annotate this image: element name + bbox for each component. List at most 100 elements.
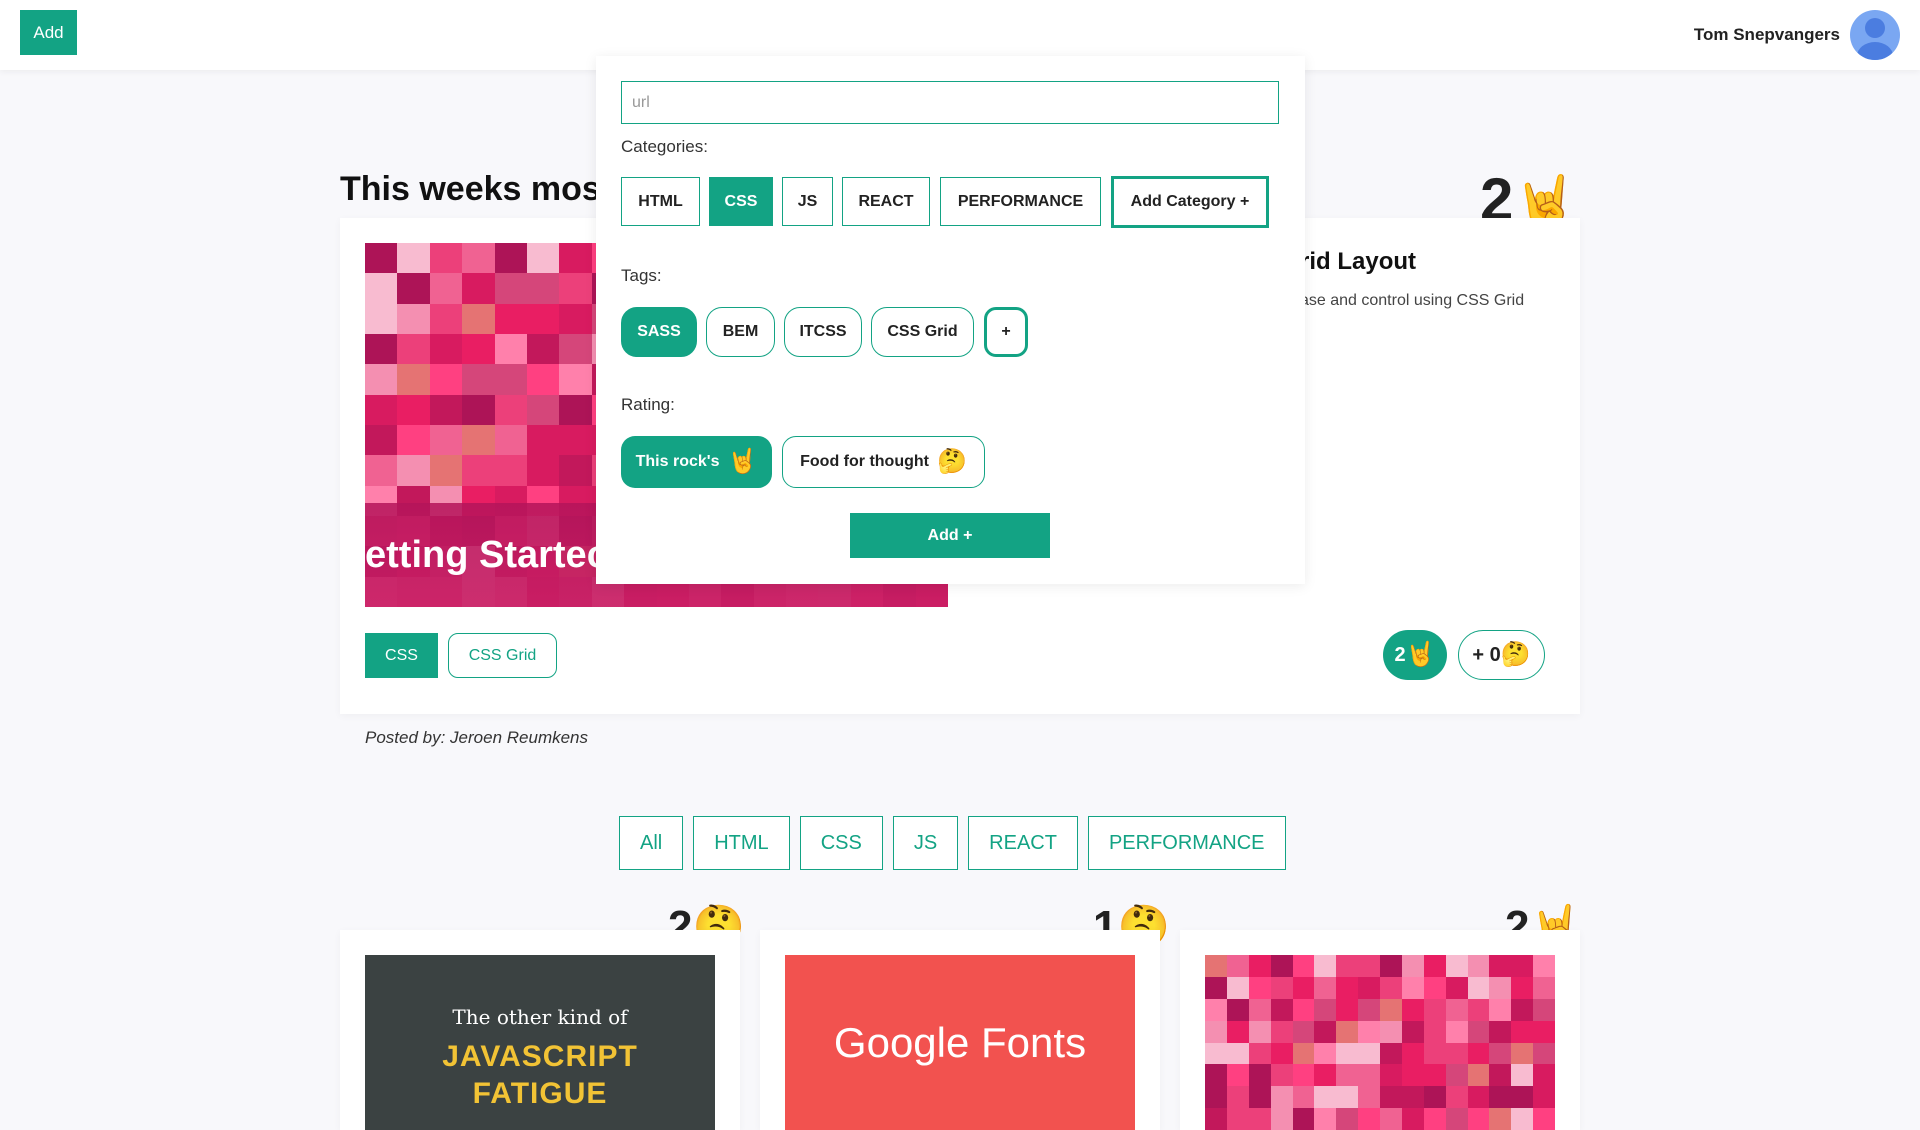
- mosaic-tile: [1467, 1086, 1490, 1109]
- thinking-icon: 🤔: [936, 448, 967, 475]
- mosaic-tile: [1226, 1020, 1249, 1043]
- mosaic-tile: [462, 425, 495, 456]
- resource-card[interactable]: Google Fonts: [760, 930, 1160, 1130]
- mosaic-tile: [365, 334, 398, 365]
- mosaic-tile: [1380, 1086, 1402, 1109]
- mosaic-tile: [1511, 1042, 1534, 1065]
- filter-js[interactable]: JS: [892, 816, 959, 870]
- mosaic-tile: [1226, 955, 1249, 977]
- mosaic-tile: [1248, 1108, 1271, 1130]
- avatar[interactable]: [1850, 10, 1900, 60]
- mosaic-tile: [1467, 998, 1490, 1021]
- mosaic-tile: [559, 243, 592, 274]
- mosaic-tile: [1467, 1108, 1490, 1130]
- mosaic-tile: [494, 303, 527, 334]
- mosaic-tile: [1489, 1086, 1512, 1109]
- mosaic-tile: [1270, 1042, 1293, 1065]
- mosaic-tile: [1489, 1108, 1512, 1130]
- mosaic-tile: [1205, 1042, 1227, 1065]
- mosaic-tile: [462, 243, 495, 274]
- mosaic-tile: [462, 364, 495, 395]
- add-button[interactable]: Add: [20, 10, 77, 55]
- filter-all[interactable]: All: [619, 816, 684, 870]
- category-html[interactable]: HTML: [621, 177, 700, 226]
- featured-heading[interactable]: rid Layout: [1300, 248, 1540, 276]
- category-performance[interactable]: PERFORMANCE: [940, 177, 1101, 226]
- add-resource-modal: Categories: HTML CSS JS REACT PERFORMANC…: [596, 56, 1305, 584]
- categories-label: Categories:: [621, 137, 708, 156]
- category-js[interactable]: JS: [782, 177, 833, 226]
- mosaic-tile: [397, 243, 430, 274]
- filter-css[interactable]: CSS: [799, 816, 883, 870]
- mosaic-tile: [1314, 1108, 1337, 1130]
- thinking-icon: 🤔: [1500, 641, 1531, 668]
- add-category-button[interactable]: Add Category +: [1111, 176, 1269, 228]
- mosaic-tile: [1248, 955, 1271, 977]
- mosaic-tile: [397, 334, 430, 365]
- mosaic-tile: [1511, 1108, 1534, 1130]
- rating-rocks-button[interactable]: This rock's 🤘: [621, 436, 772, 488]
- rock-count-button[interactable]: 2 🤘: [1383, 630, 1447, 680]
- category-css[interactable]: CSS: [709, 177, 773, 226]
- mosaic-tile: [1292, 1086, 1315, 1109]
- tag-itcss[interactable]: ITCSS: [784, 307, 862, 357]
- filter-performance[interactable]: PERFORMANCE: [1087, 816, 1286, 870]
- mosaic-tile: [526, 425, 560, 456]
- category-react[interactable]: REACT: [842, 177, 930, 226]
- rating-thought-button[interactable]: Food for thought 🤔: [782, 436, 985, 488]
- mosaic-tile: [1467, 1020, 1490, 1043]
- resource-card[interactable]: The other kind of JAVASCRIPT FATIGUE: [340, 930, 740, 1130]
- filter-html[interactable]: HTML: [693, 816, 790, 870]
- mosaic-tile: [1423, 998, 1446, 1021]
- tag-bem[interactable]: BEM: [706, 307, 775, 357]
- tag-css-grid[interactable]: CSS Grid: [871, 307, 974, 357]
- resource-card[interactable]: [1180, 930, 1580, 1130]
- mosaic-tile: [1292, 955, 1315, 977]
- mosaic-tile: [1511, 1086, 1534, 1109]
- featured-category-css-grid[interactable]: CSS Grid: [448, 633, 557, 678]
- mosaic-tile: [1336, 1064, 1359, 1087]
- mosaic-tile: [1226, 1042, 1249, 1065]
- url-input[interactable]: [621, 81, 1279, 124]
- mosaic-tile: [1511, 976, 1534, 999]
- mosaic-tile: [1445, 1086, 1468, 1109]
- mosaic-tile: [1358, 1064, 1380, 1087]
- mosaic-tile: [1205, 1086, 1227, 1109]
- mosaic-tile: [1445, 976, 1468, 999]
- tag-sass[interactable]: SASS: [621, 307, 697, 357]
- featured-category-css[interactable]: CSS: [365, 633, 438, 678]
- card-thumbnail[interactable]: The other kind of JAVASCRIPT FATIGUE: [365, 955, 715, 1130]
- mosaic-tile: [1423, 1042, 1446, 1065]
- mosaic-tile: [1533, 1108, 1555, 1130]
- mosaic-tile: [494, 334, 527, 365]
- mosaic-tile: [559, 364, 592, 395]
- mosaic-tile: [365, 425, 398, 456]
- category-filter-bar: All HTML CSS JS REACT PERFORMANCE: [619, 816, 1286, 870]
- add-tag-button[interactable]: +: [984, 307, 1028, 357]
- mosaic-tile: [1336, 1020, 1359, 1043]
- mosaic-tile: [1248, 1064, 1271, 1087]
- mosaic-tile: [559, 455, 592, 486]
- mosaic-tile: [1533, 955, 1555, 977]
- filter-react[interactable]: REACT: [968, 816, 1078, 870]
- mosaic-tile: [1270, 998, 1293, 1021]
- thought-count-button[interactable]: + 0 🤔: [1458, 630, 1545, 680]
- mosaic-tile: [1292, 998, 1315, 1021]
- mosaic-tile: [397, 455, 430, 486]
- mosaic-tile: [1358, 1108, 1380, 1130]
- submit-add-button[interactable]: Add +: [850, 513, 1050, 558]
- mosaic-tile: [429, 394, 463, 425]
- mosaic-tile: [1401, 1042, 1424, 1065]
- mosaic-tile: [1270, 1086, 1293, 1109]
- card-thumbnail[interactable]: Google Fonts: [785, 955, 1135, 1130]
- mosaic-tile: [1248, 998, 1271, 1021]
- mosaic-tile: [1445, 1064, 1468, 1087]
- mosaic-tile: [559, 303, 592, 334]
- mosaic-tile: [1226, 1064, 1249, 1087]
- mosaic-tile: [1423, 1086, 1446, 1109]
- avatar-body-icon: [1857, 42, 1893, 60]
- thumb-text: JAVASCRIPT: [442, 1040, 638, 1073]
- mosaic-tile: [1205, 955, 1227, 977]
- card-thumbnail[interactable]: [1205, 955, 1555, 1130]
- mosaic-tile: [1445, 955, 1468, 977]
